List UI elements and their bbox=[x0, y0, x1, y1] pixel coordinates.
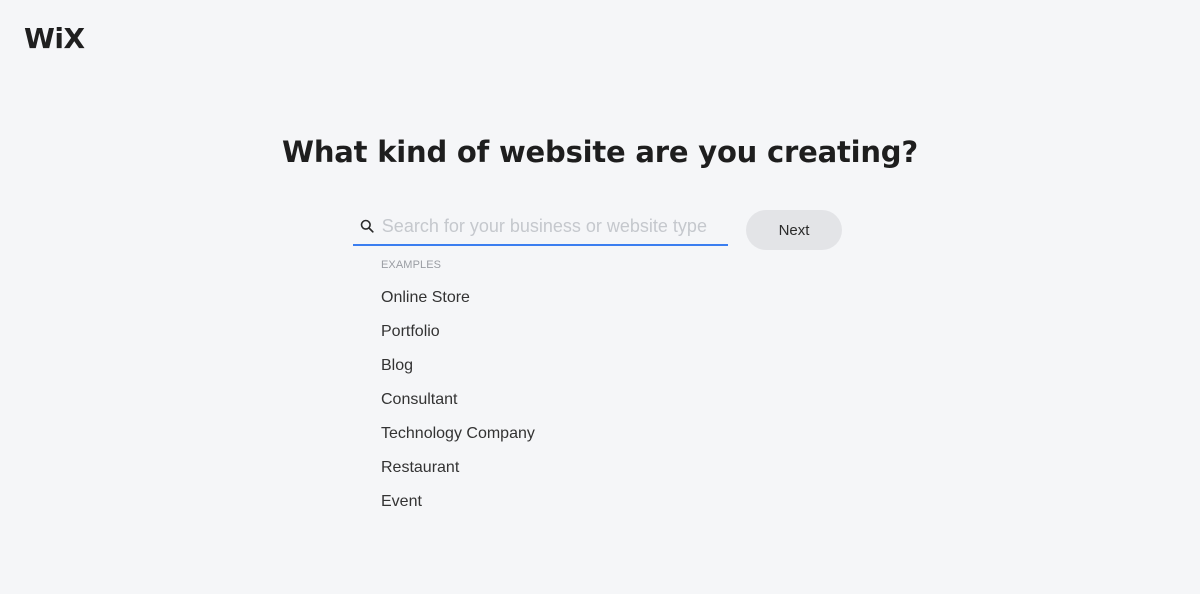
search-input[interactable] bbox=[381, 215, 728, 237]
example-item-online-store[interactable]: Online Store bbox=[381, 288, 535, 322]
example-item-restaurant[interactable]: Restaurant bbox=[381, 458, 535, 492]
example-item-technology-company[interactable]: Technology Company bbox=[381, 424, 535, 458]
page-title: What kind of website are you creating? bbox=[282, 135, 918, 169]
examples-label: EXAMPLES bbox=[381, 259, 442, 271]
example-item-consultant[interactable]: Consultant bbox=[381, 390, 535, 424]
example-item-blog[interactable]: Blog bbox=[381, 356, 535, 390]
wix-logo[interactable]: WiX bbox=[24, 24, 85, 54]
search-icon bbox=[358, 217, 376, 235]
example-item-portfolio[interactable]: Portfolio bbox=[381, 322, 535, 356]
search-field[interactable] bbox=[353, 208, 728, 246]
example-item-event[interactable]: Event bbox=[381, 492, 535, 526]
examples-list: Online Store Portfolio Blog Consultant T… bbox=[381, 288, 535, 526]
next-button[interactable]: Next bbox=[746, 210, 842, 250]
